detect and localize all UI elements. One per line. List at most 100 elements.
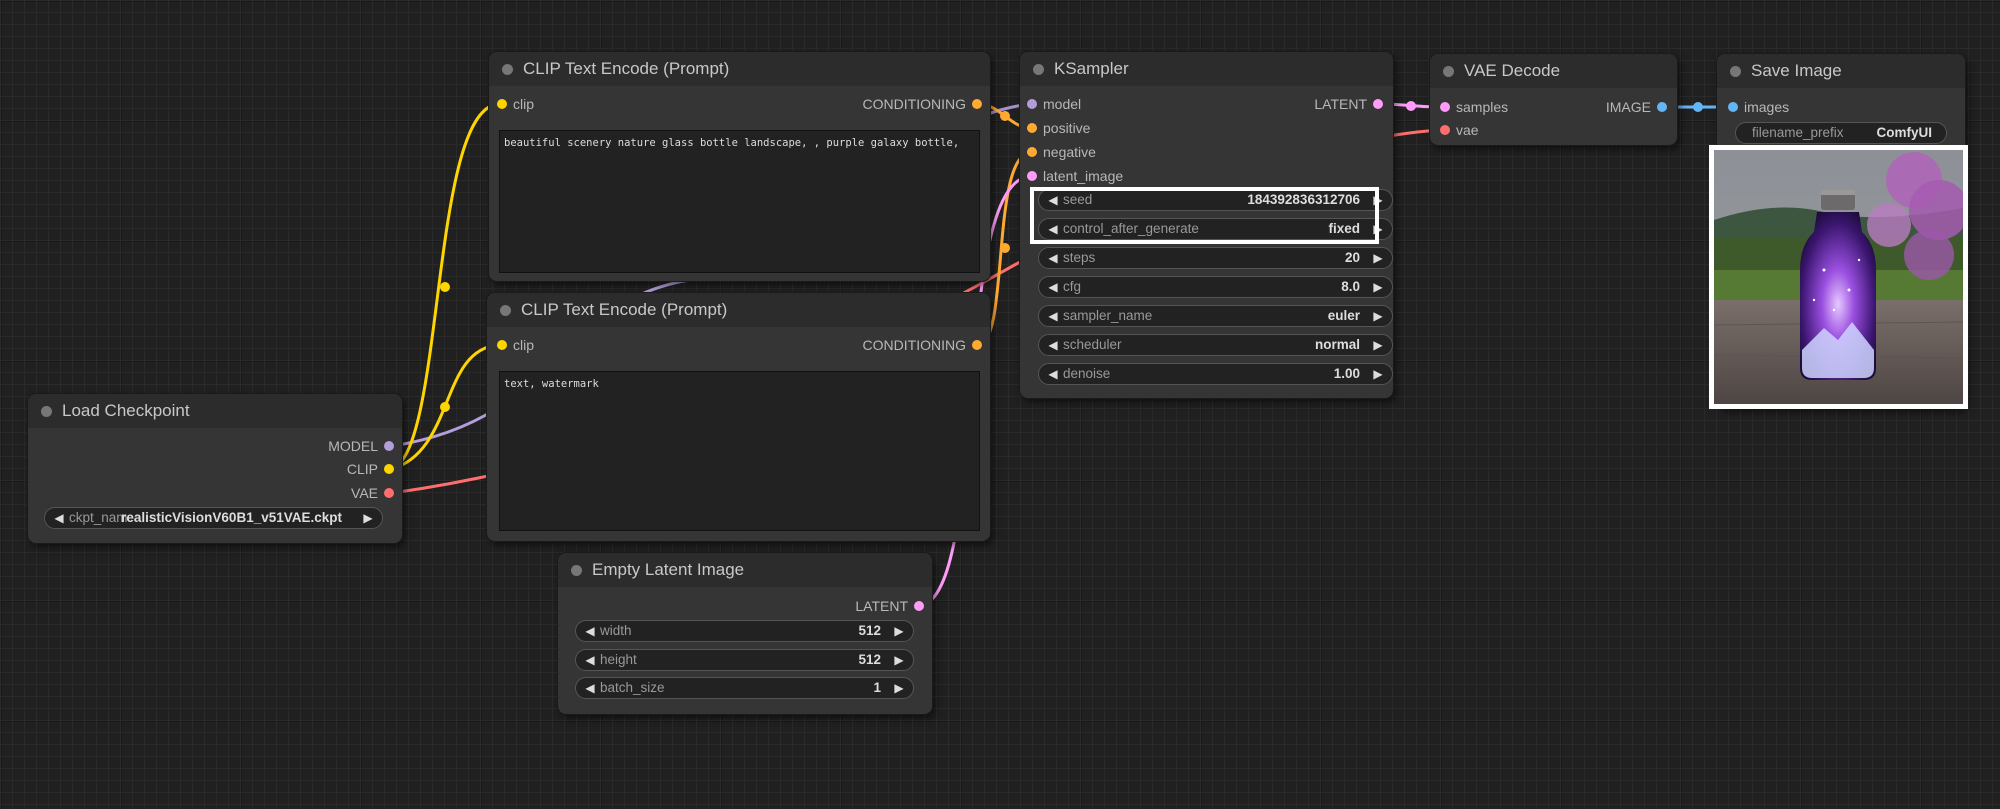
output-pin-model[interactable] [384, 441, 394, 451]
input-pin-positive[interactable] [1027, 123, 1037, 133]
wire-clip-1 [391, 102, 499, 471]
input-slot-images[interactable]: images [1728, 98, 1789, 116]
node-title-bar[interactable]: Load Checkpoint [28, 394, 402, 428]
node-title-bar[interactable]: CLIP Text Encode (Prompt) [489, 52, 990, 86]
sampler-name-widget[interactable]: ◀ sampler_name euler ▶ [1038, 305, 1393, 327]
input-pin-images[interactable] [1728, 102, 1738, 112]
cfg-widget[interactable]: ◀ cfg 8.0 ▶ [1038, 276, 1393, 298]
output-slot-image[interactable]: IMAGE [1606, 98, 1667, 116]
denoise-widget[interactable]: ◀ denoise 1.00 ▶ [1038, 363, 1393, 385]
decrement-arrow-icon[interactable]: ◀ [1045, 277, 1061, 297]
input-slot-negative[interactable]: negative [1027, 143, 1096, 161]
prompt-textarea[interactable]: text, watermark [499, 371, 980, 531]
node-title-bar[interactable]: Empty Latent Image [558, 553, 932, 587]
node-title: CLIP Text Encode (Prompt) [521, 300, 728, 319]
batch-size-widget[interactable]: ◀ batch_size 1 ▶ [575, 677, 914, 699]
output-slot-model[interactable]: MODEL [328, 437, 394, 455]
node-collapse-dot[interactable] [41, 406, 52, 417]
decrement-arrow-icon[interactable]: ◀ [1045, 248, 1061, 268]
control-after-generate-widget[interactable]: ◀ control_after_generate fixed ▶ [1038, 218, 1393, 240]
increment-arrow-icon[interactable]: ▶ [891, 621, 907, 641]
input-pin-clip[interactable] [497, 340, 507, 350]
output-pin-conditioning[interactable] [972, 340, 982, 350]
node-collapse-dot[interactable] [502, 64, 513, 75]
output-pin-vae[interactable] [384, 488, 394, 498]
wire-clip-2 [391, 343, 499, 471]
decrement-arrow-icon[interactable]: ◀ [1045, 219, 1061, 239]
output-image-preview[interactable] [1709, 145, 1968, 409]
input-pin-samples[interactable] [1440, 102, 1450, 112]
node-title: Empty Latent Image [592, 560, 745, 579]
steps-widget[interactable]: ◀ steps 20 ▶ [1038, 247, 1393, 269]
node-title-bar[interactable]: CLIP Text Encode (Prompt) [487, 293, 990, 327]
output-pin-clip[interactable] [384, 464, 394, 474]
increment-arrow-icon[interactable]: ▶ [1370, 306, 1386, 326]
input-pin-vae[interactable] [1440, 125, 1450, 135]
vae-decode-node[interactable]: VAE Decode samples vae IMAGE [1430, 54, 1677, 145]
increment-arrow-icon[interactable]: ▶ [1370, 277, 1386, 297]
increment-arrow-icon[interactable]: ▶ [1370, 219, 1386, 239]
input-slot-clip[interactable]: clip [497, 95, 534, 113]
node-title-bar[interactable]: VAE Decode [1430, 54, 1677, 88]
output-slot-conditioning[interactable]: CONDITIONING [863, 95, 982, 113]
increment-arrow-icon[interactable]: ▶ [1370, 335, 1386, 355]
ksampler-node[interactable]: KSampler model positive negative latent_… [1020, 52, 1393, 398]
decrement-arrow-icon[interactable]: ◀ [1045, 306, 1061, 326]
node-collapse-dot[interactable] [1033, 64, 1044, 75]
decrement-arrow-icon[interactable]: ◀ [1045, 364, 1061, 384]
clip-text-encode-negative-node[interactable]: CLIP Text Encode (Prompt) clip CONDITION… [487, 293, 990, 541]
output-slot-conditioning[interactable]: CONDITIONING [863, 336, 982, 354]
node-title: Save Image [1751, 61, 1842, 80]
node-title: VAE Decode [1464, 61, 1561, 80]
input-pin-negative[interactable] [1027, 147, 1037, 157]
ckpt-name-widget[interactable]: ◀ ckpt_nam realisticVisionV60B1_v51VAE.ckp… [44, 507, 383, 529]
decrement-arrow-icon[interactable]: ◀ [51, 508, 67, 528]
input-pin-clip[interactable] [497, 99, 507, 109]
node-title-bar[interactable]: Save Image [1717, 54, 1965, 88]
output-pin-latent[interactable] [1373, 99, 1383, 109]
empty-latent-image-node[interactable]: Empty Latent Image LATENT ◀ width 512 ▶ ◀ he… [558, 553, 932, 714]
node-title: Load Checkpoint [62, 401, 190, 420]
increment-arrow-icon[interactable]: ▶ [891, 650, 907, 670]
output-pin-conditioning[interactable] [972, 99, 982, 109]
increment-arrow-icon[interactable]: ▶ [1370, 364, 1386, 384]
input-slot-samples[interactable]: samples [1440, 98, 1508, 116]
output-slot-vae[interactable]: VAE [351, 484, 394, 502]
increment-arrow-icon[interactable]: ▶ [1370, 248, 1386, 268]
input-slot-vae[interactable]: vae [1440, 121, 1479, 139]
node-title: CLIP Text Encode (Prompt) [523, 59, 730, 78]
decrement-arrow-icon[interactable]: ◀ [1045, 190, 1061, 210]
width-widget[interactable]: ◀ width 512 ▶ [575, 620, 914, 642]
decrement-arrow-icon[interactable]: ◀ [582, 650, 598, 670]
increment-arrow-icon[interactable]: ▶ [1370, 190, 1386, 210]
output-slot-latent[interactable]: LATENT [855, 597, 924, 615]
node-collapse-dot[interactable] [571, 565, 582, 576]
node-collapse-dot[interactable] [1443, 66, 1454, 77]
height-widget[interactable]: ◀ height 512 ▶ [575, 649, 914, 671]
decrement-arrow-icon[interactable]: ◀ [582, 678, 598, 698]
filename-prefix-widget[interactable]: filename_prefix ComfyUI [1735, 122, 1947, 144]
node-collapse-dot[interactable] [1730, 66, 1741, 77]
input-slot-clip[interactable]: clip [497, 336, 534, 354]
scheduler-widget[interactable]: ◀ scheduler normal ▶ [1038, 334, 1393, 356]
decrement-arrow-icon[interactable]: ◀ [1045, 335, 1061, 355]
load-checkpoint-node[interactable]: Load Checkpoint MODEL CLIP VAE ◀ ckpt_nam… [28, 394, 402, 543]
prompt-textarea[interactable]: beautiful scenery nature glass bottle la… [499, 130, 980, 273]
input-slot-positive[interactable]: positive [1027, 119, 1090, 137]
input-slot-model[interactable]: model [1027, 95, 1081, 113]
seed-widget[interactable]: ◀ seed 184392836312706 ▶ [1038, 189, 1393, 211]
clip-text-encode-positive-node[interactable]: CLIP Text Encode (Prompt) clip CONDITION… [489, 52, 990, 281]
increment-arrow-icon[interactable]: ▶ [360, 508, 376, 528]
output-slot-latent[interactable]: LATENT [1314, 95, 1383, 113]
decrement-arrow-icon[interactable]: ◀ [582, 621, 598, 641]
output-pin-latent[interactable] [914, 601, 924, 611]
output-pin-image[interactable] [1657, 102, 1667, 112]
output-slot-clip[interactable]: CLIP [347, 460, 394, 478]
increment-arrow-icon[interactable]: ▶ [891, 678, 907, 698]
input-pin-latent-image[interactable] [1027, 171, 1037, 181]
node-collapse-dot[interactable] [500, 305, 511, 316]
node-title-bar[interactable]: KSampler [1020, 52, 1393, 86]
input-pin-model[interactable] [1027, 99, 1037, 109]
node-title: KSampler [1054, 59, 1129, 78]
input-slot-latent-image[interactable]: latent_image [1027, 167, 1123, 185]
